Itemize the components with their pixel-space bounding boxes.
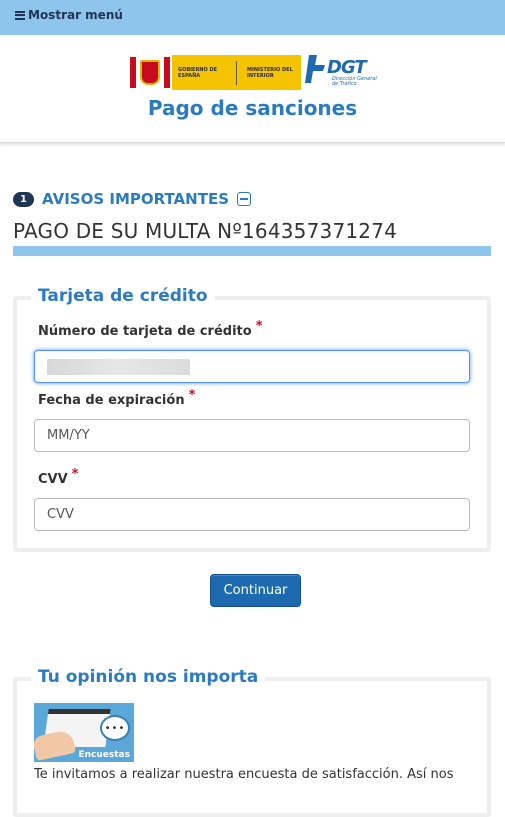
survey-text: Te invitamos a realizar nuestra encuesta… [34, 767, 454, 782]
government-of-spain-logo: GOBIERNO DE ESPAÑA MINISTERIO DEL INTERI… [128, 55, 301, 90]
dgt-logo-text: DGT [327, 57, 367, 78]
dgt-sub-text: Dirección General de Tráfico [332, 76, 377, 87]
credit-card-fieldset: Tarjeta de crédito Número de tarjeta de … [13, 286, 491, 552]
cvv-placeholder: CVV [47, 507, 74, 522]
hamburger-icon [15, 10, 25, 20]
dgt-logo: DGT Dirección General de Tráfico [305, 55, 377, 91]
required-marker: * [255, 319, 263, 334]
expiry-date-input[interactable]: MM/YY [34, 419, 470, 452]
card-number-input[interactable] [34, 350, 470, 383]
survey-image-caption: Encuestas [78, 750, 131, 760]
gov-logo-text: GOBIERNO DE ESPAÑA [178, 66, 218, 79]
required-marker: * [188, 388, 196, 403]
survey-legend: Tu opinión nos importa [31, 667, 266, 687]
topbar: Mostrar menú [0, 0, 505, 35]
continue-button[interactable]: Continuar [210, 574, 301, 607]
notices-count-badge: 1 [13, 191, 34, 207]
expiry-date-placeholder: MM/YY [47, 428, 90, 443]
ministry-logo-text: MINISTERIO DEL INTERIOR [247, 66, 293, 79]
dgt-mark-icon [305, 55, 325, 83]
survey-fieldset: Tu opinión nos importa ••• Encuestas Te … [13, 667, 491, 817]
important-notices-toggle[interactable]: 1 AVISOS IMPORTANTES [13, 190, 252, 208]
show-menu-button[interactable]: Mostrar menú [15, 8, 123, 22]
card-number-value-redacted [47, 358, 190, 375]
page-title: Pago de sanciones [147, 96, 358, 120]
cvv-label: CVV * [38, 467, 79, 487]
coat-of-arms-icon [128, 55, 172, 90]
expiry-date-label: Fecha de expiración * [38, 388, 196, 408]
required-marker: * [71, 467, 79, 482]
chat-bubble-icon: ••• [100, 715, 130, 741]
cvv-input[interactable]: CVV [34, 498, 470, 531]
header: GOBIERNO DE ESPAÑA MINISTERIO DEL INTERI… [0, 35, 505, 143]
collapse-icon[interactable] [237, 192, 252, 206]
fine-title-underline [13, 246, 491, 256]
show-menu-label: Mostrar menú [28, 8, 123, 22]
fine-title: PAGO DE SU MULTA Nº164357371274 [13, 219, 398, 243]
credit-card-legend: Tarjeta de crédito [31, 286, 215, 306]
card-number-label: Número de tarjeta de crédito * [38, 319, 263, 339]
notices-label: AVISOS IMPORTANTES [42, 190, 230, 208]
survey-image[interactable]: ••• Encuestas [34, 703, 134, 762]
